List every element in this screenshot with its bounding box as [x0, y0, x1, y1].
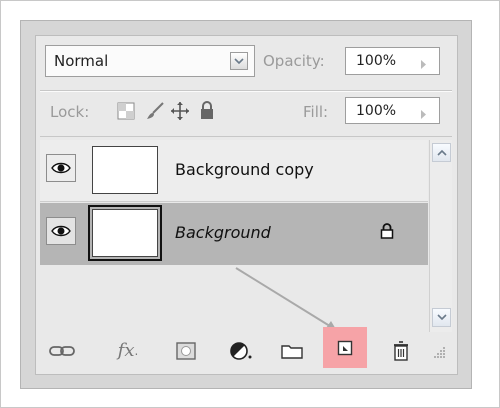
- link-layers-icon[interactable]: [44, 333, 80, 368]
- adjustment-layer-icon[interactable]: [223, 333, 259, 368]
- delete-layer-icon[interactable]: [383, 333, 419, 368]
- fx-label: fx: [117, 340, 135, 361]
- fx-icon[interactable]: fx.: [108, 333, 148, 368]
- layer-mask-icon[interactable]: [168, 333, 204, 368]
- new-layer-icon[interactable]: [323, 327, 367, 368]
- scroll-down-icon[interactable]: [432, 308, 451, 327]
- layers-scrollbar[interactable]: [429, 140, 452, 332]
- resize-grip-icon[interactable]: [434, 343, 446, 362]
- layers-toolbar: fx.: [40, 327, 452, 368]
- scroll-up-icon[interactable]: [432, 143, 451, 162]
- new-group-icon[interactable]: [274, 333, 310, 368]
